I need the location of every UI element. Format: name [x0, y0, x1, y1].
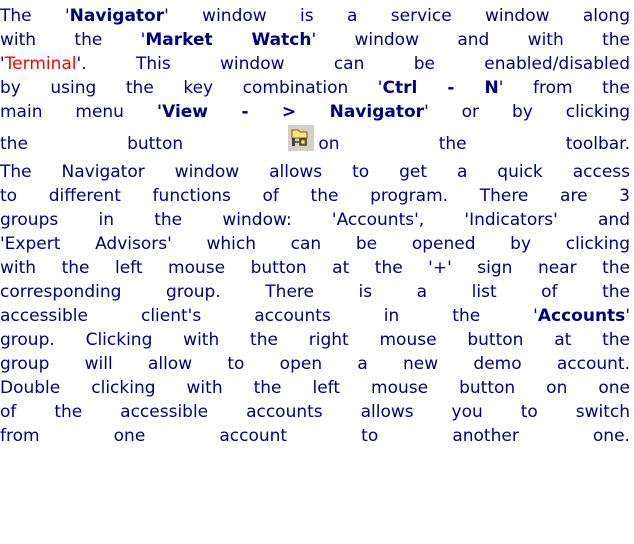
- text-run: from: [0, 426, 40, 446]
- text-line: with the 'Market Watch' window and with …: [0, 28, 630, 52]
- text-run: ' window and with the: [311, 30, 630, 50]
- text-line: main menu 'View - > Navigator' or by cli…: [0, 100, 630, 124]
- text-run: ': [625, 306, 630, 326]
- text-line: from one account to another one.: [0, 424, 630, 448]
- text-run: to: [361, 426, 379, 446]
- text-run: toolbar.: [565, 134, 630, 154]
- text-run: one.: [592, 426, 630, 446]
- text-line: groups in the window: 'Accounts', 'Indic…: [0, 210, 630, 230]
- text-run: The ': [0, 6, 70, 26]
- text-run: button: [127, 134, 184, 154]
- help-document: The 'Navigator' window is a service wind…: [0, 0, 634, 544]
- text-line: accessible client's accounts in the 'Acc…: [0, 304, 630, 328]
- text-line: the button on the toolbar.: [0, 125, 630, 158]
- menu-path-view-navigator: 'View - > Navigator: [156, 102, 425, 122]
- text-line: 'Expert Advisors' which can be opened by…: [0, 234, 630, 254]
- text-line: group. Clicking with the right mouse but…: [0, 330, 630, 350]
- text-run: '. This window can be enabled/disabled: [76, 54, 630, 74]
- text-line: of the accessible accounts allows you to…: [0, 402, 630, 422]
- text-run: the: [0, 134, 28, 154]
- navigator-icon: [288, 125, 315, 151]
- shortcut-ctrl-n: Ctrl - N: [382, 78, 499, 98]
- text-run: with the ': [0, 30, 146, 50]
- text-run: ' or by clicking: [424, 102, 631, 122]
- term-accounts: Accounts: [537, 306, 626, 326]
- term-terminal: Terminal: [4, 54, 77, 74]
- text-line: by using the key combination 'Ctrl - N' …: [0, 76, 630, 100]
- text-line: Double clicking with the left mouse butt…: [0, 378, 630, 398]
- text-line: to different functions of the program. T…: [0, 186, 630, 206]
- text-line: The Navigator window allows to get a qui…: [0, 162, 630, 182]
- text-run: by using the key combination ': [0, 78, 383, 98]
- text-run: main menu: [0, 102, 157, 122]
- text-run: the: [438, 134, 467, 154]
- text-line: group will allow to open a new demo acco…: [0, 354, 630, 374]
- text-run: account: [219, 426, 288, 446]
- text-line: The 'Navigator' window is a service wind…: [0, 4, 630, 28]
- text-line: corresponding group. There is a list of …: [0, 282, 630, 302]
- text-run: another: [452, 426, 519, 446]
- text-run: ' from the: [498, 78, 630, 98]
- text-line: with the left mouse button at the '+' si…: [0, 258, 630, 278]
- text-run: one: [113, 426, 146, 446]
- text-run: accessible client's accounts in the ': [0, 306, 538, 326]
- text-line: 'Terminal'. This window can be enabled/d…: [0, 52, 630, 76]
- text-run: ' window is a service window along: [164, 6, 631, 26]
- icon-and-word: on: [282, 125, 340, 158]
- text-run: on: [318, 134, 340, 154]
- term-navigator: Navigator: [69, 6, 165, 26]
- term-market-watch: Market Watch: [145, 30, 312, 50]
